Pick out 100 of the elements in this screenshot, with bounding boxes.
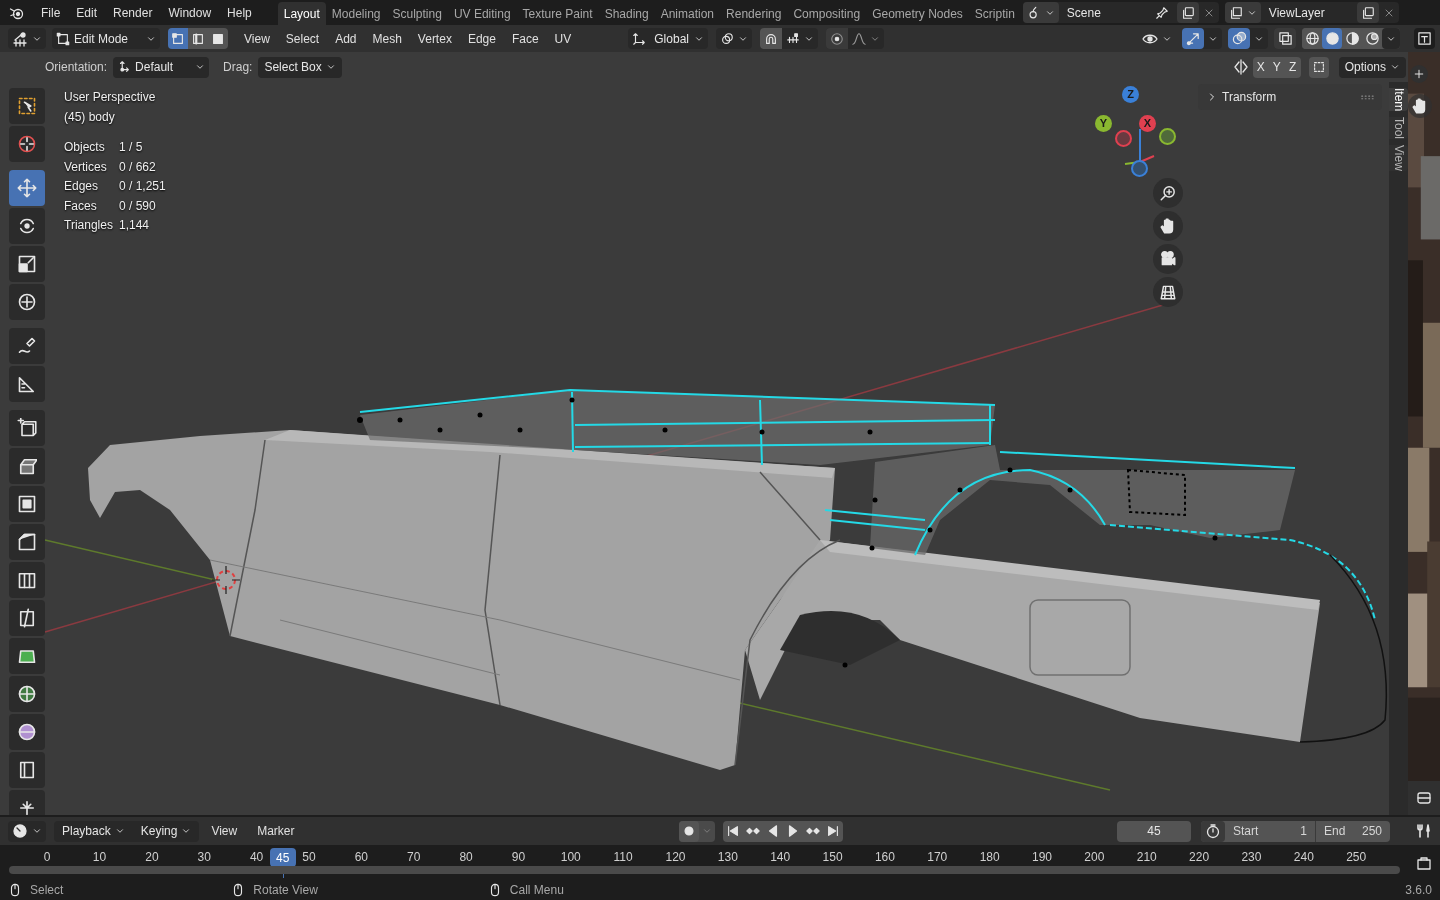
tool-button[interactable] (9, 208, 45, 244)
duplicate-button[interactable] (1356, 2, 1379, 23)
move-arrows-icon (17, 178, 37, 198)
sidebar-tab[interactable]: Tool (1389, 117, 1408, 140)
gizmo-arrows-icon (1185, 31, 1201, 46)
stat-value: 1 / 5 (119, 139, 144, 156)
tool-button[interactable] (9, 638, 45, 674)
tool-button[interactable] (9, 126, 45, 162)
tool-button[interactable] (9, 600, 45, 636)
navigation-button[interactable] (1153, 277, 1183, 307)
menu-item[interactable]: UV (546, 28, 580, 49)
negative-z-handle[interactable] (1131, 160, 1148, 177)
timeline-dropdown[interactable]: Playback (54, 820, 133, 842)
workspace-tab[interactable]: Compositing (787, 2, 867, 25)
workspace-tab[interactable]: Sculpting (386, 2, 448, 25)
tool-button[interactable] (9, 366, 45, 402)
start-frame-field[interactable]: Start 1 (1225, 820, 1315, 842)
frame-number: 80 (459, 849, 473, 866)
workspace-tab[interactable]: Scriptin (968, 2, 1021, 25)
preview-range-toggle[interactable] (1201, 820, 1225, 842)
orientation-dropdown[interactable]: Default (113, 56, 210, 78)
frame-number: 190 (1032, 849, 1052, 866)
menu-item[interactable]: View (236, 28, 278, 49)
scene-selector[interactable] (1022, 2, 1059, 23)
tool-button[interactable] (9, 246, 45, 282)
tool-button[interactable] (9, 752, 45, 788)
auto-merge-toggle[interactable] (1308, 56, 1329, 78)
workspace-tab[interactable]: UV Editing (447, 2, 517, 25)
menu-item[interactable]: Vertex (409, 28, 460, 49)
axis-toggle[interactable]: X (1252, 56, 1269, 78)
timeline-dropdown[interactable]: Keying (132, 820, 200, 842)
axis-handle[interactable]: Y (1095, 115, 1112, 132)
scrollbar[interactable] (9, 866, 1400, 874)
shading-mode-button[interactable] (1302, 28, 1322, 49)
tool-button[interactable] (9, 410, 45, 446)
record-button[interactable] (678, 820, 699, 842)
pivot-dropdown[interactable] (716, 28, 753, 49)
menu-item[interactable]: Help (219, 1, 260, 24)
tool-button[interactable] (9, 328, 45, 364)
current-frame-field[interactable]: 45 (1117, 820, 1191, 842)
tool-button[interactable] (9, 676, 45, 712)
editor-type-button[interactable] (8, 820, 46, 842)
workspace-tab[interactable]: Rendering (720, 2, 788, 25)
menu-item[interactable]: Edit (68, 1, 106, 24)
view-layer-selector[interactable] (1224, 2, 1261, 23)
axis-handle[interactable]: X (1139, 115, 1156, 132)
select-mode-button[interactable] (168, 28, 188, 49)
proportional-edit-toggle[interactable] (826, 28, 849, 49)
sidebar-tab[interactable]: Item (1389, 88, 1408, 112)
tool-button[interactable] (9, 486, 45, 522)
menu-item[interactable]: Marker (249, 820, 303, 842)
workspace-tab[interactable]: Modeling (325, 2, 387, 25)
menu-item[interactable]: Window (160, 1, 220, 24)
workspace-tab[interactable]: Geometry Nodes (866, 2, 969, 25)
overlay-toggle[interactable] (1228, 28, 1250, 49)
editor-type-button[interactable] (8, 28, 46, 49)
tool-button[interactable] (9, 448, 45, 484)
sidebar-tab[interactable]: View (1389, 145, 1408, 172)
editor-type-button[interactable] (1413, 28, 1435, 49)
navigation-button[interactable] (1153, 211, 1183, 241)
end-frame-field[interactable]: End 250 (1316, 820, 1390, 842)
mode-dropdown[interactable]: Edit Mode (52, 28, 160, 49)
navigation-button[interactable] (1153, 178, 1183, 208)
workspace-tab[interactable]: Texture Paint (516, 2, 599, 25)
tool-button[interactable] (9, 284, 45, 320)
shading-mode-button[interactable] (1322, 28, 1342, 49)
wire-sphere-icon (1304, 31, 1320, 46)
menu-item[interactable]: Face (503, 28, 547, 49)
duplicate-button[interactable] (1176, 2, 1199, 23)
select-mode-button[interactable] (188, 28, 208, 49)
negative-y-handle[interactable] (1115, 130, 1132, 147)
menu-item[interactable]: Select (277, 28, 328, 49)
orientation-dropdown[interactable]: Global (628, 28, 709, 49)
menu-item[interactable]: Add (327, 28, 365, 49)
mirror-icon (1232, 59, 1249, 75)
dotted-square-icon (1311, 60, 1326, 74)
snap-toggle[interactable] (760, 28, 783, 49)
workspace-tab[interactable]: Layout (277, 2, 326, 25)
workspace-tab[interactable]: Animation (654, 2, 721, 25)
object-label: (45) body (64, 109, 116, 126)
options-dropdown[interactable]: Options (1338, 56, 1406, 78)
frame-number: 40 (249, 849, 264, 866)
menu-item[interactable]: View (203, 820, 246, 842)
tool-button[interactable] (9, 714, 45, 750)
tool-button[interactable] (9, 562, 45, 598)
axis-handle[interactable]: Z (1122, 86, 1139, 103)
menu-item[interactable]: Render (105, 1, 161, 24)
navigation-button[interactable] (1153, 244, 1183, 274)
tool-button[interactable] (9, 524, 45, 560)
xray-toggle[interactable] (1274, 28, 1296, 49)
gizmo-toggle[interactable] (1182, 28, 1204, 49)
negative-x-handle[interactable] (1159, 128, 1176, 145)
drag-dropdown[interactable]: Select Box (258, 56, 342, 78)
menu-item[interactable]: File (33, 1, 69, 24)
transform-panel-header[interactable]: Transform (1198, 84, 1382, 110)
workspace-tab[interactable]: Shading (598, 2, 655, 25)
menu-item[interactable]: Mesh (364, 28, 410, 49)
select-mode-button[interactable] (208, 28, 228, 49)
tool-button[interactable] (9, 88, 45, 124)
menu-item[interactable]: Edge (459, 28, 504, 49)
